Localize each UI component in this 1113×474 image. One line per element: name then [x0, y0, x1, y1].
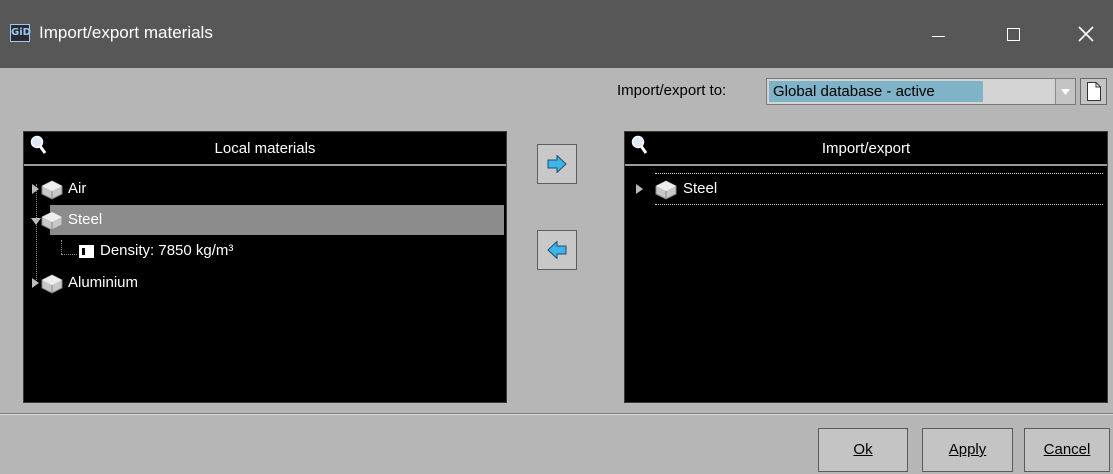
- minimize-icon: [931, 36, 945, 37]
- arrow-left-icon: [547, 241, 567, 259]
- new-database-button[interactable]: [1080, 78, 1107, 105]
- tree-item-label: Aluminium: [68, 274, 139, 291]
- tree-item-aluminium[interactable]: Aluminium: [24, 268, 504, 298]
- import-export-panel: Import/export Steel: [624, 131, 1108, 403]
- dialog-body: Import/export to: Global database - acti…: [0, 68, 1113, 413]
- import-export-header: Import/export: [625, 132, 1107, 166]
- close-button[interactable]: [1066, 14, 1106, 54]
- material-cube-icon: [41, 180, 63, 200]
- arrow-right-icon: [547, 155, 567, 173]
- import-export-title: Import/export: [821, 140, 911, 157]
- target-database-value[interactable]: Global database - active: [769, 81, 983, 102]
- cancel-button[interactable]: Cancel: [1024, 428, 1110, 472]
- expand-icon[interactable]: [32, 278, 39, 288]
- chevron-down-icon: [1061, 89, 1070, 95]
- tree-item-steel-target[interactable]: Steel: [625, 174, 1105, 204]
- tree-item-label: Steel: [68, 211, 103, 228]
- tree-item-label: Density: 7850 kg/m³: [100, 242, 234, 259]
- import-export-to-label: Import/export to:: [617, 82, 727, 99]
- material-cube-icon: [655, 180, 677, 200]
- tree-item-air[interactable]: Air: [24, 174, 504, 204]
- expand-icon[interactable]: [32, 184, 39, 194]
- new-document-icon: [1087, 82, 1101, 101]
- property-icon: [79, 245, 94, 258]
- ok-button[interactable]: Ok: [818, 428, 908, 472]
- maximize-icon: [1006, 28, 1020, 41]
- maximize-button[interactable]: [993, 14, 1033, 54]
- tree-item-steel[interactable]: Steel: [50, 205, 504, 235]
- local-materials-header: Local materials: [24, 132, 506, 166]
- window-title: Import/export materials: [39, 23, 213, 42]
- local-materials-title: Local materials: [214, 140, 316, 157]
- local-materials-panel: Local materials Air Steel Density: 7850 …: [23, 131, 507, 403]
- expand-icon[interactable]: [636, 184, 643, 194]
- tree-item-density[interactable]: Density: 7850 kg/m³: [24, 236, 504, 266]
- tree-item-label: Air: [68, 180, 87, 197]
- minimize-button[interactable]: [918, 14, 958, 54]
- footer-divider: [0, 413, 1113, 415]
- material-cube-icon: [41, 211, 63, 231]
- title-bar: GiD Import/export materials: [0, 0, 1113, 68]
- apply-button[interactable]: Apply: [922, 428, 1013, 472]
- selection-outline: [655, 204, 1103, 205]
- export-to-database-button[interactable]: [537, 144, 577, 184]
- material-cube-icon: [41, 274, 63, 294]
- target-database-combobox[interactable]: Global database - active: [766, 78, 1076, 105]
- import-to-local-button[interactable]: [537, 230, 577, 270]
- close-icon: [1078, 26, 1094, 42]
- collapse-icon[interactable]: [31, 218, 41, 225]
- gid-app-icon: GiD: [10, 24, 31, 42]
- combobox-dropdown-button[interactable]: [1055, 79, 1075, 104]
- tree-item-label: Steel: [683, 180, 718, 197]
- dialog-footer: Ok Apply Cancel: [0, 416, 1113, 474]
